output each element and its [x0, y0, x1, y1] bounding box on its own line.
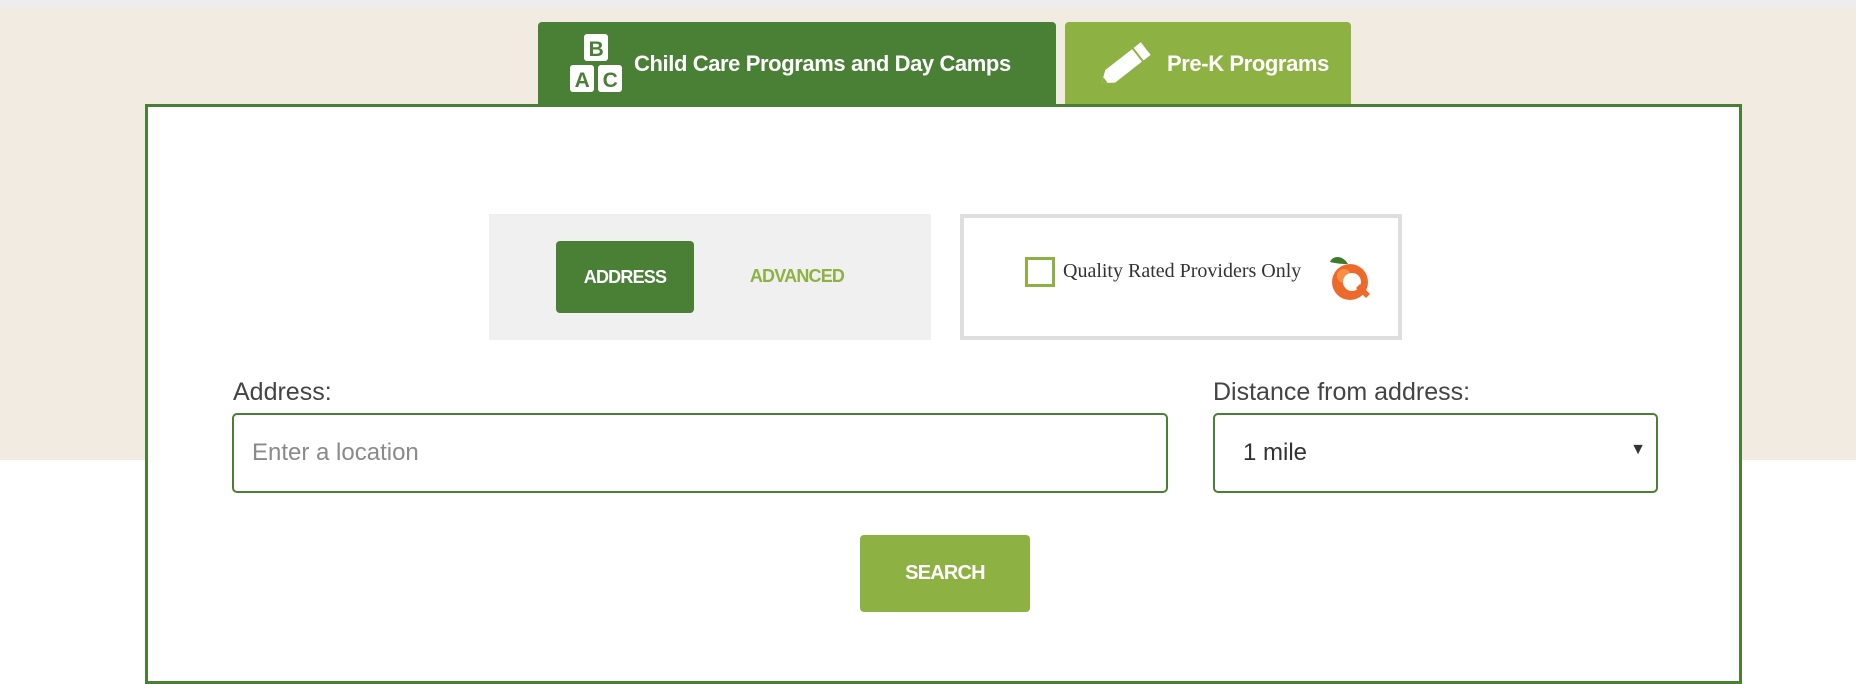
distance-selected-value: 1 mile: [1243, 439, 1308, 466]
abc-blocks-icon: B A C: [568, 32, 624, 96]
browser-toolbar-strip: [0, 0, 1856, 8]
tab-child-care-label: Child Care Programs and Day Camps: [634, 51, 1011, 76]
address-label: Address:: [233, 378, 332, 406]
pencil-icon: [1097, 38, 1155, 90]
svg-text:C: C: [603, 69, 618, 92]
tab-pre-k-label: Pre-K Programs: [1167, 51, 1329, 76]
quality-rated-label: Quality Rated Providers Only: [1063, 260, 1302, 282]
tab-child-care[interactable]: B A C Child Care Programs and Day Camps: [538, 22, 1056, 106]
advanced-mode-button[interactable]: ADVANCED: [736, 258, 858, 294]
svg-text:A: A: [575, 69, 590, 92]
quality-rated-logo: [1326, 252, 1374, 302]
distance-label: Distance from address:: [1213, 378, 1471, 406]
address-mode-button[interactable]: ADDRESS: [556, 241, 694, 313]
dropdown-arrow-icon: ▼: [1630, 441, 1646, 458]
quality-rated-checkbox[interactable]: [1025, 257, 1055, 287]
distance-select[interactable]: 1 mile ▼: [1213, 413, 1658, 493]
tab-pre-k[interactable]: Pre-K Programs: [1065, 22, 1351, 106]
svg-text:B: B: [589, 38, 604, 61]
address-input[interactable]: [232, 413, 1168, 493]
search-button[interactable]: SEARCH: [860, 535, 1030, 612]
